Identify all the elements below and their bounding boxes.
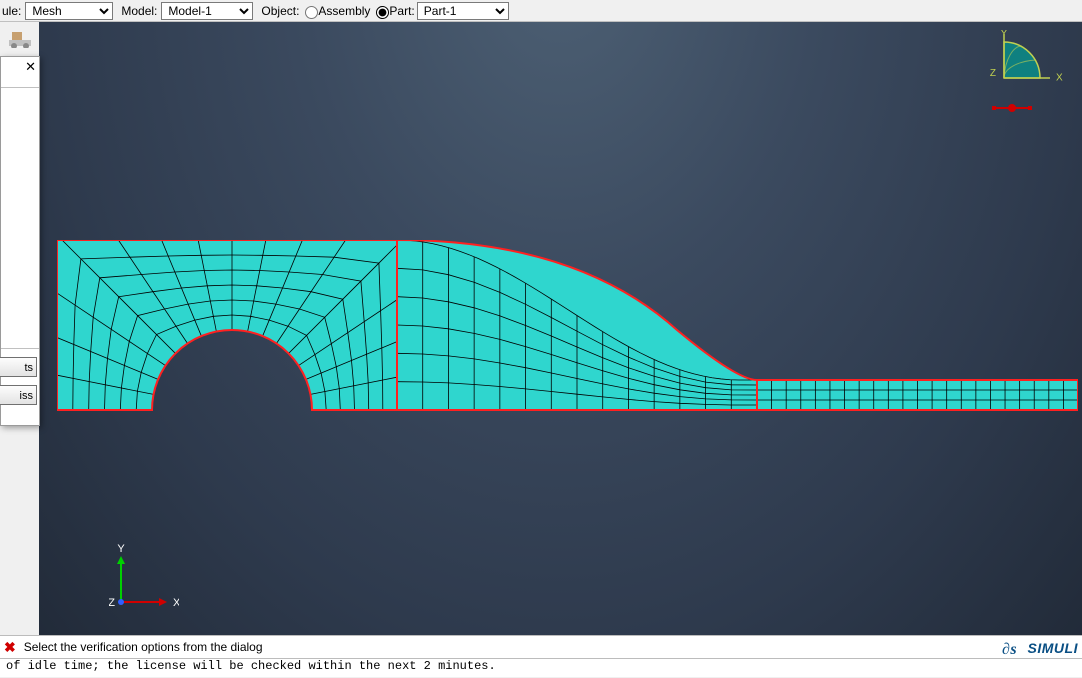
context-bar: ule: Mesh Model: Model-1 Object: Assembl… [0,0,1082,22]
svg-text:∂s: ∂s [1002,641,1017,658]
mesh-tool-icon[interactable] [6,28,34,48]
svg-text:X: X [173,597,179,609]
part-radio-label: Part: [389,4,414,18]
model-label: Model: [121,4,157,18]
dialog-remnant: ✕ ts iss [0,56,40,426]
dialog-button-2[interactable]: iss [0,385,37,405]
assembly-radio-label: Assembly [318,4,370,18]
svg-text:Y: Y [1001,30,1008,39]
close-icon[interactable]: ✕ [25,59,36,75]
svg-text:Z: Z [990,68,996,79]
message-line: of idle time; the license will be checke… [0,659,1082,677]
part-radio[interactable] [376,6,389,19]
dialog-body [1,87,39,349]
svg-text:Z: Z [109,597,115,609]
view-compass: Y X Z [984,30,1064,122]
object-label: Object: [261,4,299,18]
prompt-text: Select the verification options from the… [24,640,263,654]
module-dropdown[interactable]: Mesh [25,2,113,20]
brand-logo: ∂s SIMULI [1002,636,1078,660]
view-triad: Y X Z [109,544,179,614]
meshed-part [57,240,1078,415]
model-dropdown[interactable]: Model-1 [161,2,253,20]
svg-text:X: X [1056,73,1063,84]
tool-icon-strip [0,22,40,57]
assembly-radio[interactable] [305,6,318,19]
svg-text:Y: Y [117,544,125,555]
module-label: ule: [2,4,21,18]
cancel-icon[interactable]: ✖ [4,639,16,656]
prompt-bar: ✖ Select the verification options from t… [0,635,1082,659]
viewport[interactable]: Y X Z Y X Z [39,22,1082,656]
part-dropdown[interactable]: Part-1 [417,2,509,20]
dialog-button-1[interactable]: ts [0,357,37,377]
